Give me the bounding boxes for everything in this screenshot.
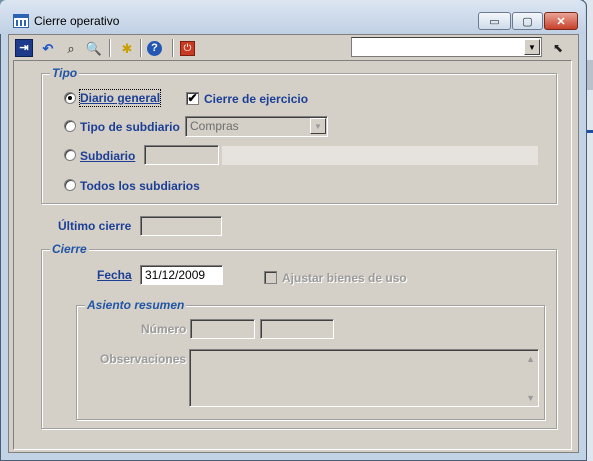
- title-bar[interactable]: Cierre operativo ▭ ▢ ✕: [0, 0, 585, 34]
- binoculars-icon[interactable]: ⌕: [62, 39, 80, 57]
- tipo-subdiario-value: Compras: [190, 119, 239, 133]
- form-panel: Tipo Diario general ✔ Cierre de ejercici…: [13, 60, 572, 450]
- subdiario-radio[interactable]: [64, 149, 76, 161]
- todos-subdiarios-radio[interactable]: [64, 179, 76, 191]
- scroll-down-icon: ▼: [526, 393, 535, 403]
- undo-icon[interactable]: ↶: [39, 39, 57, 57]
- scroll-up-icon: ▲: [526, 354, 535, 364]
- diario-general-label[interactable]: Diario general: [80, 91, 160, 105]
- ajustar-bienes-checkbox: [264, 271, 277, 284]
- fecha-input[interactable]: 31/12/2009: [140, 265, 223, 285]
- ultimo-cierre-label: Último cierre: [58, 219, 132, 233]
- cierre-legend: Cierre: [50, 242, 89, 256]
- diario-general-radio[interactable]: [64, 92, 76, 104]
- numero-field-1: [190, 319, 255, 339]
- cierre-ejercicio-label[interactable]: Cierre de ejercicio: [204, 92, 308, 106]
- toolbar-combo[interactable]: ▼: [351, 37, 542, 57]
- pointer-tool-icon[interactable]: ⬉: [549, 39, 567, 57]
- todos-subdiarios-label[interactable]: Todos los subdiarios: [80, 179, 200, 193]
- chevron-down-icon: ▼: [310, 118, 326, 134]
- tipo-subdiario-label[interactable]: Tipo de subdiario: [80, 120, 180, 134]
- toolbar: ⇥ ↶ ⌕ 🔍 ✱ ? ⏻ ▼ ⬉: [9, 35, 578, 60]
- magnifier-icon[interactable]: 🔍: [85, 39, 103, 57]
- new-document-icon[interactable]: ✱: [118, 39, 136, 57]
- help-icon[interactable]: ?: [147, 41, 162, 56]
- tipo-group: Tipo Diario general ✔ Cierre de ejercici…: [41, 66, 557, 204]
- ajustar-bienes-label: Ajustar bienes de uso: [282, 271, 407, 285]
- toolbar-separator: [172, 39, 174, 57]
- subdiario-name-field: [222, 146, 538, 165]
- observaciones-textarea: ▲ ▼: [189, 349, 539, 407]
- fecha-label: Fecha: [97, 268, 132, 282]
- minimize-button[interactable]: ▭: [478, 12, 511, 30]
- power-icon[interactable]: ⏻: [180, 41, 195, 56]
- window-title: Cierre operativo: [34, 14, 120, 28]
- calendar-grid-icon: [13, 14, 29, 28]
- observaciones-label: Observaciones: [100, 352, 187, 366]
- tipo-subdiario-radio[interactable]: [64, 120, 76, 132]
- toolbar-separator: [109, 39, 111, 57]
- asiento-resumen-legend: Asiento resumen: [85, 298, 187, 312]
- numero-field-2: [260, 319, 334, 339]
- maximize-button[interactable]: ▢: [512, 12, 543, 30]
- toolbar-separator: [140, 39, 142, 57]
- asiento-resumen-group: Asiento resumen Número Observaciones ▲ ▼: [76, 298, 545, 420]
- numero-label: Número: [141, 322, 187, 336]
- subdiario-label[interactable]: Subdiario: [80, 149, 135, 163]
- ultimo-cierre-field: [140, 216, 222, 236]
- cierre-ejercicio-checkbox[interactable]: ✔: [186, 92, 199, 105]
- tipo-legend: Tipo: [50, 66, 80, 80]
- chevron-down-icon[interactable]: ▼: [524, 39, 540, 55]
- close-button[interactable]: ✕: [544, 12, 578, 30]
- tipo-subdiario-select: Compras ▼: [185, 116, 328, 137]
- subdiario-code-field: [144, 145, 219, 165]
- cierre-group: Cierre Fecha 31/12/2009 Ajustar bienes d…: [41, 242, 557, 429]
- exit-icon[interactable]: ⇥: [15, 39, 33, 57]
